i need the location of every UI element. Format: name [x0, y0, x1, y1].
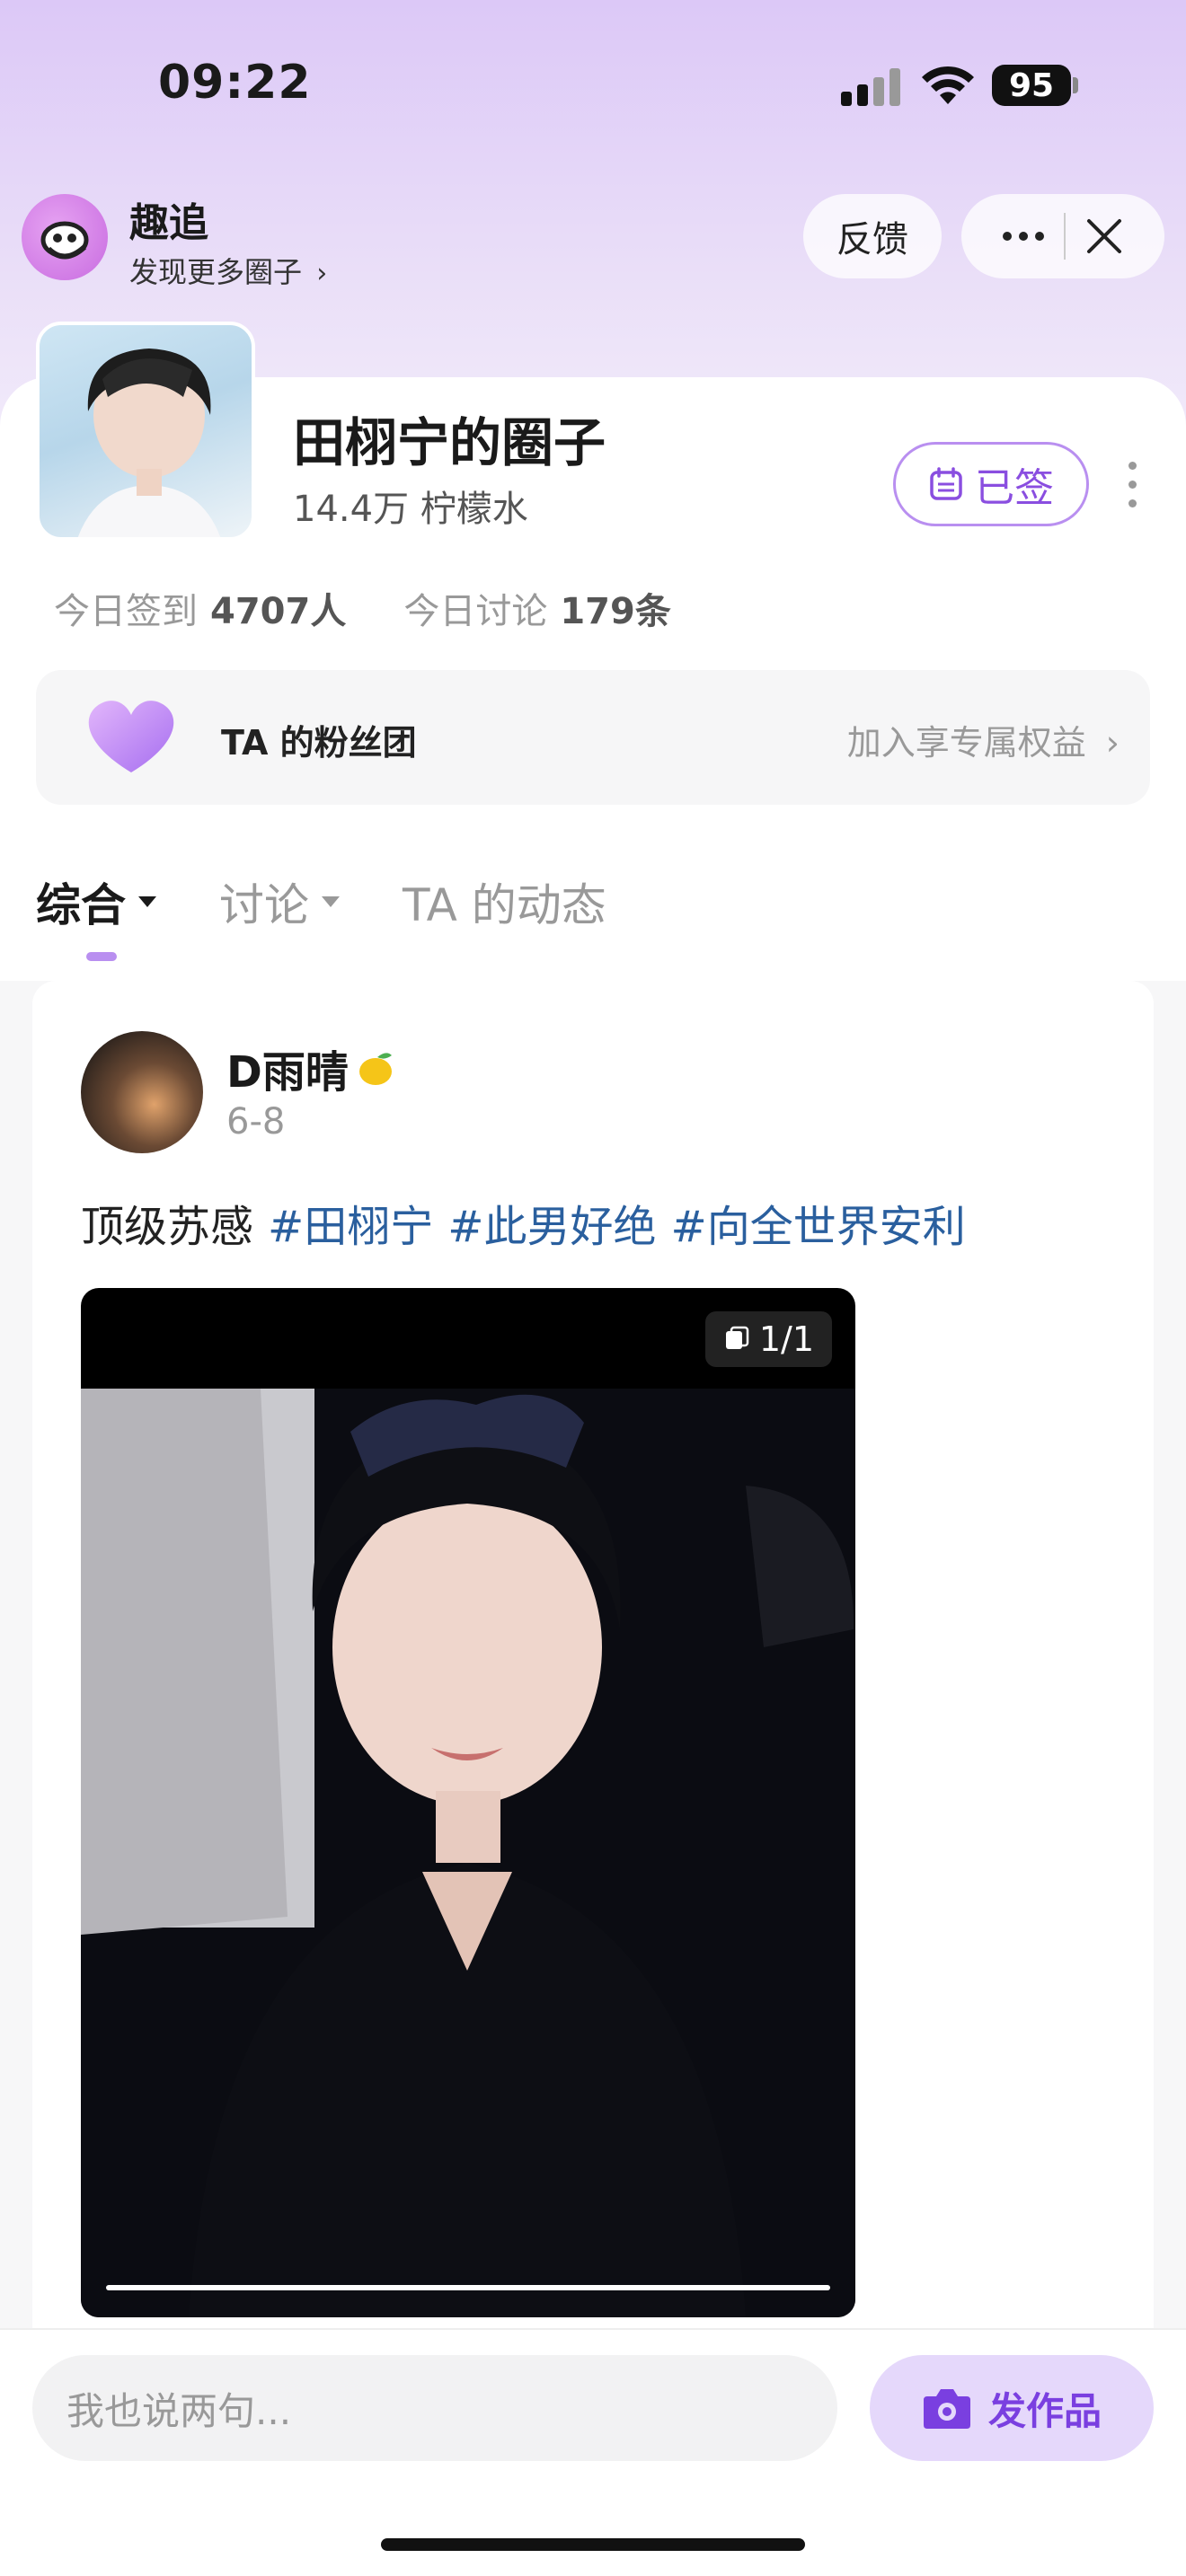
feedback-button[interactable]: 反馈 [803, 194, 942, 278]
photo-counter: 1/1 [704, 1311, 832, 1367]
wifi-icon [922, 66, 974, 104]
cellular-signal-icon [841, 68, 902, 106]
signed-in-label: 已签 [975, 465, 1054, 511]
post-body: 顶级苏感 [81, 1202, 254, 1252]
battery-icon: 95 [992, 65, 1071, 106]
status-time: 09:22 [158, 56, 312, 110]
capsule-divider [1064, 213, 1066, 260]
calendar-icon [930, 467, 962, 500]
tab-overview-label: 综合 [36, 879, 126, 931]
hashtag[interactable]: #向全世界安利 [670, 1202, 965, 1252]
camera-icon [923, 2389, 970, 2429]
post-text: 顶级苏感 #田栩宁 #此男好绝 #向全世界安利 [81, 1191, 966, 1254]
post-author[interactable]: D雨晴 [226, 1037, 397, 1099]
gallery-icon [725, 1326, 749, 1349]
idol-portrait-image [77, 348, 221, 537]
tab-discussion[interactable]: 讨论 [219, 869, 340, 934]
discuss-stat: 今日讨论 179条 [403, 582, 671, 634]
close-icon[interactable] [1085, 217, 1123, 255]
publish-label: 发作品 [987, 2388, 1102, 2433]
hashtag[interactable]: #此男好绝 [447, 1202, 656, 1252]
chevron-right-icon: › [1105, 723, 1120, 763]
circle-title: 田栩宁的圈子 [293, 412, 606, 473]
heart-icon [88, 701, 174, 772]
mini-app-capsule [961, 194, 1164, 278]
chevron-right-icon: › [316, 258, 328, 289]
circle-member-count: 14.4万 柠檬水 [293, 489, 528, 530]
battery-cap [1073, 77, 1078, 93]
signed-in-button[interactable]: 已签 [893, 442, 1089, 526]
daily-stats: 今日签到 4707人 今日讨论 179条 [54, 582, 671, 634]
status-bar: 09:22 95 [0, 0, 1186, 171]
photo-counter-label: 1/1 [758, 1319, 814, 1359]
fan-group-label: TA 的粉丝团 [221, 723, 417, 763]
content-tabs: 综合 讨论 TA 的动态 [36, 869, 606, 934]
publish-button[interactable]: 发作品 [870, 2355, 1154, 2461]
vertical-more-icon[interactable] [1128, 462, 1137, 507]
app-logo[interactable] [22, 194, 108, 280]
checkin-stat: 今日签到 4707人 [54, 582, 346, 634]
circle-avatar[interactable] [36, 322, 255, 541]
checkin-label: 今日签到 [54, 591, 198, 632]
app-name: 趣追 [129, 200, 208, 246]
tab-discussion-label: 讨论 [219, 879, 309, 931]
post-photo[interactable]: 1/1 [81, 1288, 855, 2317]
checkin-value: 4707人 [210, 591, 347, 632]
post-author-name: D雨晴 [226, 1047, 349, 1098]
fan-group-join-link[interactable]: 加入享专属权益 › [847, 715, 1120, 764]
fan-group-action-label: 加入享专属权益 [846, 723, 1086, 763]
caret-down-icon [138, 896, 156, 907]
tab-overview[interactable]: 综合 [36, 869, 156, 934]
comment-input[interactable]: 我也说两句... [32, 2355, 837, 2461]
tab-activity[interactable]: TA 的动态 [403, 869, 606, 934]
tab-activity-label: TA 的动态 [403, 879, 606, 931]
hashtag[interactable]: #田栩宁 [268, 1202, 433, 1252]
mascot-icon [40, 221, 89, 260]
discover-more-link[interactable]: 发现更多圈子 › [129, 250, 327, 291]
home-indicator [381, 2538, 805, 2551]
caret-down-icon [322, 896, 340, 907]
fan-group-card[interactable]: TA 的粉丝团 加入享专属权益 › [36, 670, 1150, 805]
lemon-icon [358, 1053, 392, 1085]
post-author-avatar[interactable] [81, 1031, 203, 1153]
post-date: 6-8 [226, 1101, 286, 1142]
photo-image [81, 1389, 855, 2317]
photo-progress-bar [106, 2285, 830, 2290]
discuss-label: 今日讨论 [403, 591, 548, 632]
more-icon[interactable] [1003, 232, 1044, 241]
discover-more-label: 发现更多圈子 [129, 255, 303, 289]
discuss-value: 179条 [560, 591, 671, 632]
active-tab-indicator [86, 952, 117, 961]
